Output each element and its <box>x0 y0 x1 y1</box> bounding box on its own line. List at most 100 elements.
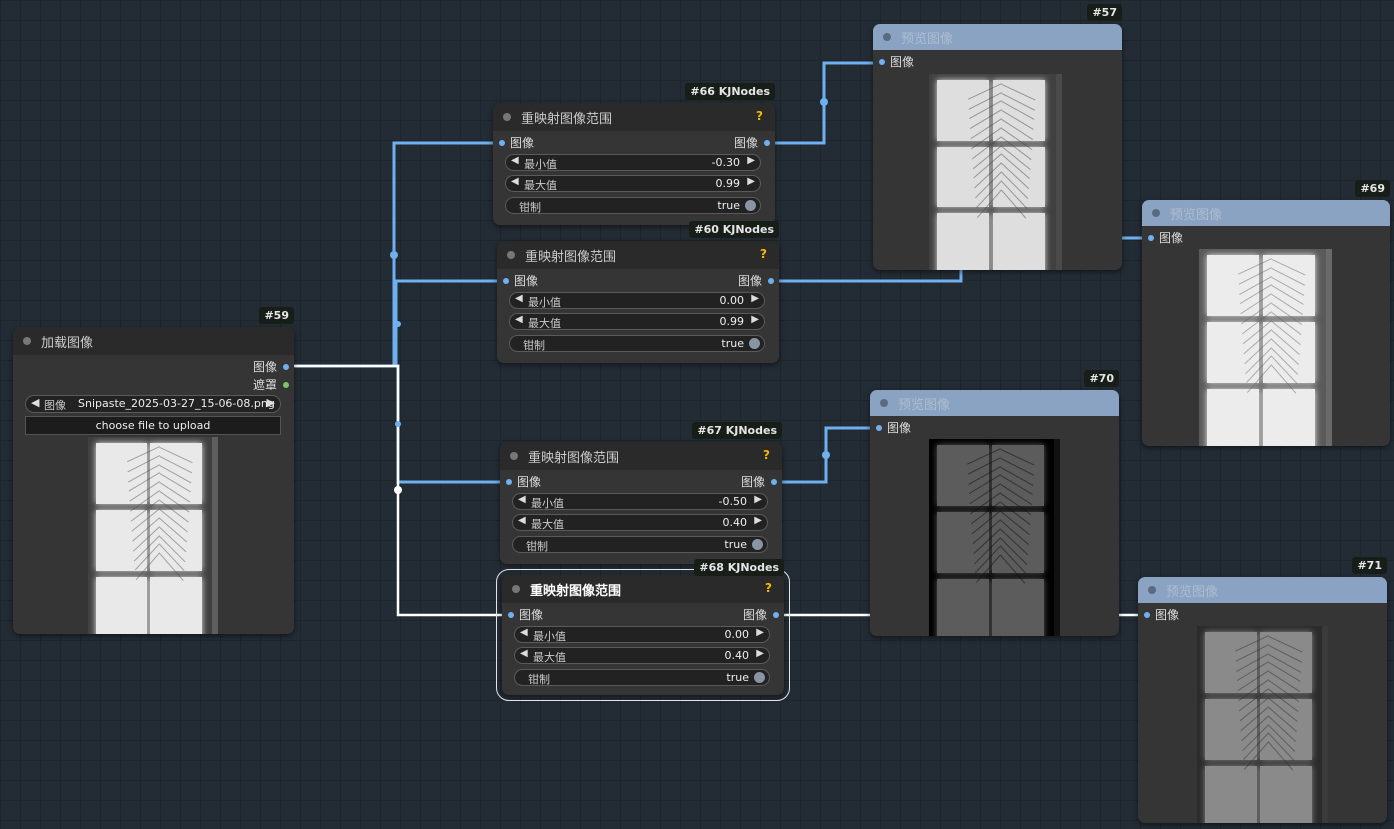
clamp-toggle[interactable]: 钳制 true <box>505 197 761 214</box>
preview-node-69[interactable]: #69 预览图像 图像 <box>1142 180 1390 446</box>
link-load-to-60 <box>286 279 506 368</box>
node-header[interactable]: 重映射图像范围 <box>497 241 779 269</box>
min-value-number[interactable]: ◀ 最小值 0.00 ▶ <box>514 626 770 643</box>
window-pane <box>95 576 148 634</box>
remap-node-67[interactable]: #67 KJNodes 重映射图像范围 ? 图像 图像 ◀ 最小值 -0.50 ▶ ◀… <box>500 422 782 564</box>
remap-node-66[interactable]: #66 KJNodes 重映射图像范围 ? 图像 图像 ◀ 最小值 -0.30 ▶ ◀… <box>493 83 775 225</box>
max-value-number[interactable]: ◀ 最大值 0.99 ▶ <box>509 313 765 330</box>
output-port-image[interactable] <box>773 612 779 618</box>
node-id-badge: #59 <box>259 307 294 324</box>
preview-node-57[interactable]: #57 预览图像 图像 <box>873 4 1122 270</box>
clamp-toggle[interactable]: 钳制 true <box>509 335 765 352</box>
image-file-combo[interactable]: ◀ 图像 Snipaste_2025-03-27_15-06-08.png ▶ <box>25 395 281 413</box>
arrow-right-icon[interactable]: ▶ <box>754 494 762 505</box>
output-label-image: 图像 <box>733 136 758 150</box>
input-port-image[interactable] <box>508 612 514 618</box>
arrow-left-icon[interactable]: ◀ <box>520 648 528 659</box>
input-port-image[interactable] <box>503 278 509 284</box>
collapse-dot-icon[interactable] <box>510 452 518 460</box>
arrow-right-icon[interactable]: ▶ <box>756 627 764 638</box>
toggle-knob[interactable] <box>754 672 765 683</box>
upload-button[interactable]: choose file to upload <box>25 416 281 435</box>
node-header[interactable]: 重映射图像范围 <box>493 103 775 131</box>
input-port-image[interactable] <box>1148 235 1154 241</box>
arrow-left-icon[interactable]: ◀ <box>31 396 39 409</box>
node-header[interactable]: 预览图像 <box>870 390 1119 416</box>
node-header[interactable]: 重映射图像范围 <box>502 575 784 603</box>
node-header[interactable]: 预览图像 <box>873 24 1122 50</box>
window-pane <box>992 146 1046 208</box>
input-port-image[interactable] <box>879 59 885 65</box>
arrow-left-icon[interactable]: ◀ <box>518 494 526 505</box>
widget-label: 最小值 <box>533 630 566 643</box>
window-pane <box>936 578 989 636</box>
help-icon[interactable]: ? <box>765 581 772 595</box>
collapse-dot-icon[interactable] <box>507 251 515 259</box>
window-pane <box>991 578 1044 636</box>
node-header[interactable]: 预览图像 <box>1138 577 1387 603</box>
arrow-right-icon[interactable]: ▶ <box>751 314 759 325</box>
load-image-node[interactable]: #59 加载图像 图像 遮罩 ◀ 图像 Snipaste_2025-03-27_… <box>13 307 294 634</box>
arrow-left-icon[interactable]: ◀ <box>511 155 519 166</box>
max-value-number[interactable]: ◀ 最大值 0.99 ▶ <box>505 175 761 192</box>
input-label-image: 图像 <box>517 475 542 489</box>
toggle-knob[interactable] <box>745 200 756 211</box>
preview-node-70[interactable]: #70 预览图像 图像 <box>870 370 1119 636</box>
input-port-image[interactable] <box>1144 612 1150 618</box>
arrow-left-icon[interactable]: ◀ <box>515 314 523 325</box>
toggle-knob[interactable] <box>749 338 760 349</box>
widget-label: 最小值 <box>531 497 564 510</box>
toggle-knob[interactable] <box>752 539 763 550</box>
arrow-right-icon[interactable]: ▶ <box>756 648 764 659</box>
widget-label: 最大值 <box>524 179 557 192</box>
remap-node-68[interactable]: #68 KJNodes 重映射图像范围 ? 图像 图像 ◀ 最小值 0.00 ▶ ◀ 最… <box>496 559 790 701</box>
collapse-dot-icon[interactable] <box>1152 209 1160 217</box>
output-port-image[interactable] <box>283 364 289 370</box>
reroute-dot <box>394 486 402 494</box>
collapse-dot-icon[interactable] <box>512 585 520 593</box>
node-header[interactable]: 预览图像 <box>1142 200 1390 226</box>
arrow-right-icon[interactable]: ▶ <box>751 293 759 304</box>
arrow-left-icon[interactable]: ◀ <box>515 293 523 304</box>
arrow-left-icon[interactable]: ◀ <box>518 515 526 526</box>
node-header[interactable]: 加载图像 <box>13 327 294 355</box>
arrow-right-icon[interactable]: ▶ <box>747 155 755 166</box>
reroute-dot <box>395 421 401 427</box>
remap-node-60[interactable]: #60 KJNodes 重映射图像范围 ? 图像 图像 ◀ 最小值 0.00 ▶ ◀ 最… <box>497 221 779 363</box>
max-value-number[interactable]: ◀ 最大值 0.40 ▶ <box>514 647 770 664</box>
node-id-badge: #66 KJNodes <box>685 83 775 100</box>
output-label-image: 图像 <box>737 274 762 288</box>
arrow-left-icon[interactable]: ◀ <box>520 627 528 638</box>
output-port-image[interactable] <box>764 140 770 146</box>
max-value-number[interactable]: ◀ 最大值 0.40 ▶ <box>512 514 768 531</box>
arrow-right-icon[interactable]: ▶ <box>267 396 275 409</box>
help-icon[interactable]: ? <box>763 448 770 462</box>
arrow-left-icon[interactable]: ◀ <box>511 176 519 187</box>
collapse-dot-icon[interactable] <box>1148 586 1156 594</box>
preview-node-71[interactable]: #71 预览图像 图像 <box>1138 557 1387 823</box>
min-value-number[interactable]: ◀ 最小值 -0.30 ▶ <box>505 154 761 171</box>
help-icon[interactable]: ? <box>760 247 767 261</box>
output-label-image: 图像 <box>252 360 277 374</box>
collapse-dot-icon[interactable] <box>880 399 888 407</box>
min-value-number[interactable]: ◀ 最小值 0.00 ▶ <box>509 292 765 309</box>
input-port-image[interactable] <box>499 140 505 146</box>
min-value-number[interactable]: ◀ 最小值 -0.50 ▶ <box>512 493 768 510</box>
arrow-right-icon[interactable]: ▶ <box>747 176 755 187</box>
output-port-image[interactable] <box>771 479 777 485</box>
collapse-dot-icon[interactable] <box>883 33 891 41</box>
help-icon[interactable]: ? <box>756 109 763 123</box>
output-port-image[interactable] <box>768 278 774 284</box>
input-port-image[interactable] <box>506 479 512 485</box>
input-port-image[interactable] <box>876 425 882 431</box>
node-header[interactable]: 重映射图像范围 <box>500 442 782 470</box>
clamp-toggle[interactable]: 钳制 true <box>512 536 768 553</box>
collapse-dot-icon[interactable] <box>503 113 511 121</box>
arrow-right-icon[interactable]: ▶ <box>754 515 762 526</box>
output-port-mask[interactable] <box>283 382 289 388</box>
image-preview <box>88 437 218 634</box>
clamp-toggle[interactable]: 钳制 true <box>514 669 770 686</box>
node-title: 预览图像 <box>1170 207 1223 223</box>
collapse-dot-icon[interactable] <box>23 337 31 345</box>
image-preview <box>1197 626 1328 823</box>
